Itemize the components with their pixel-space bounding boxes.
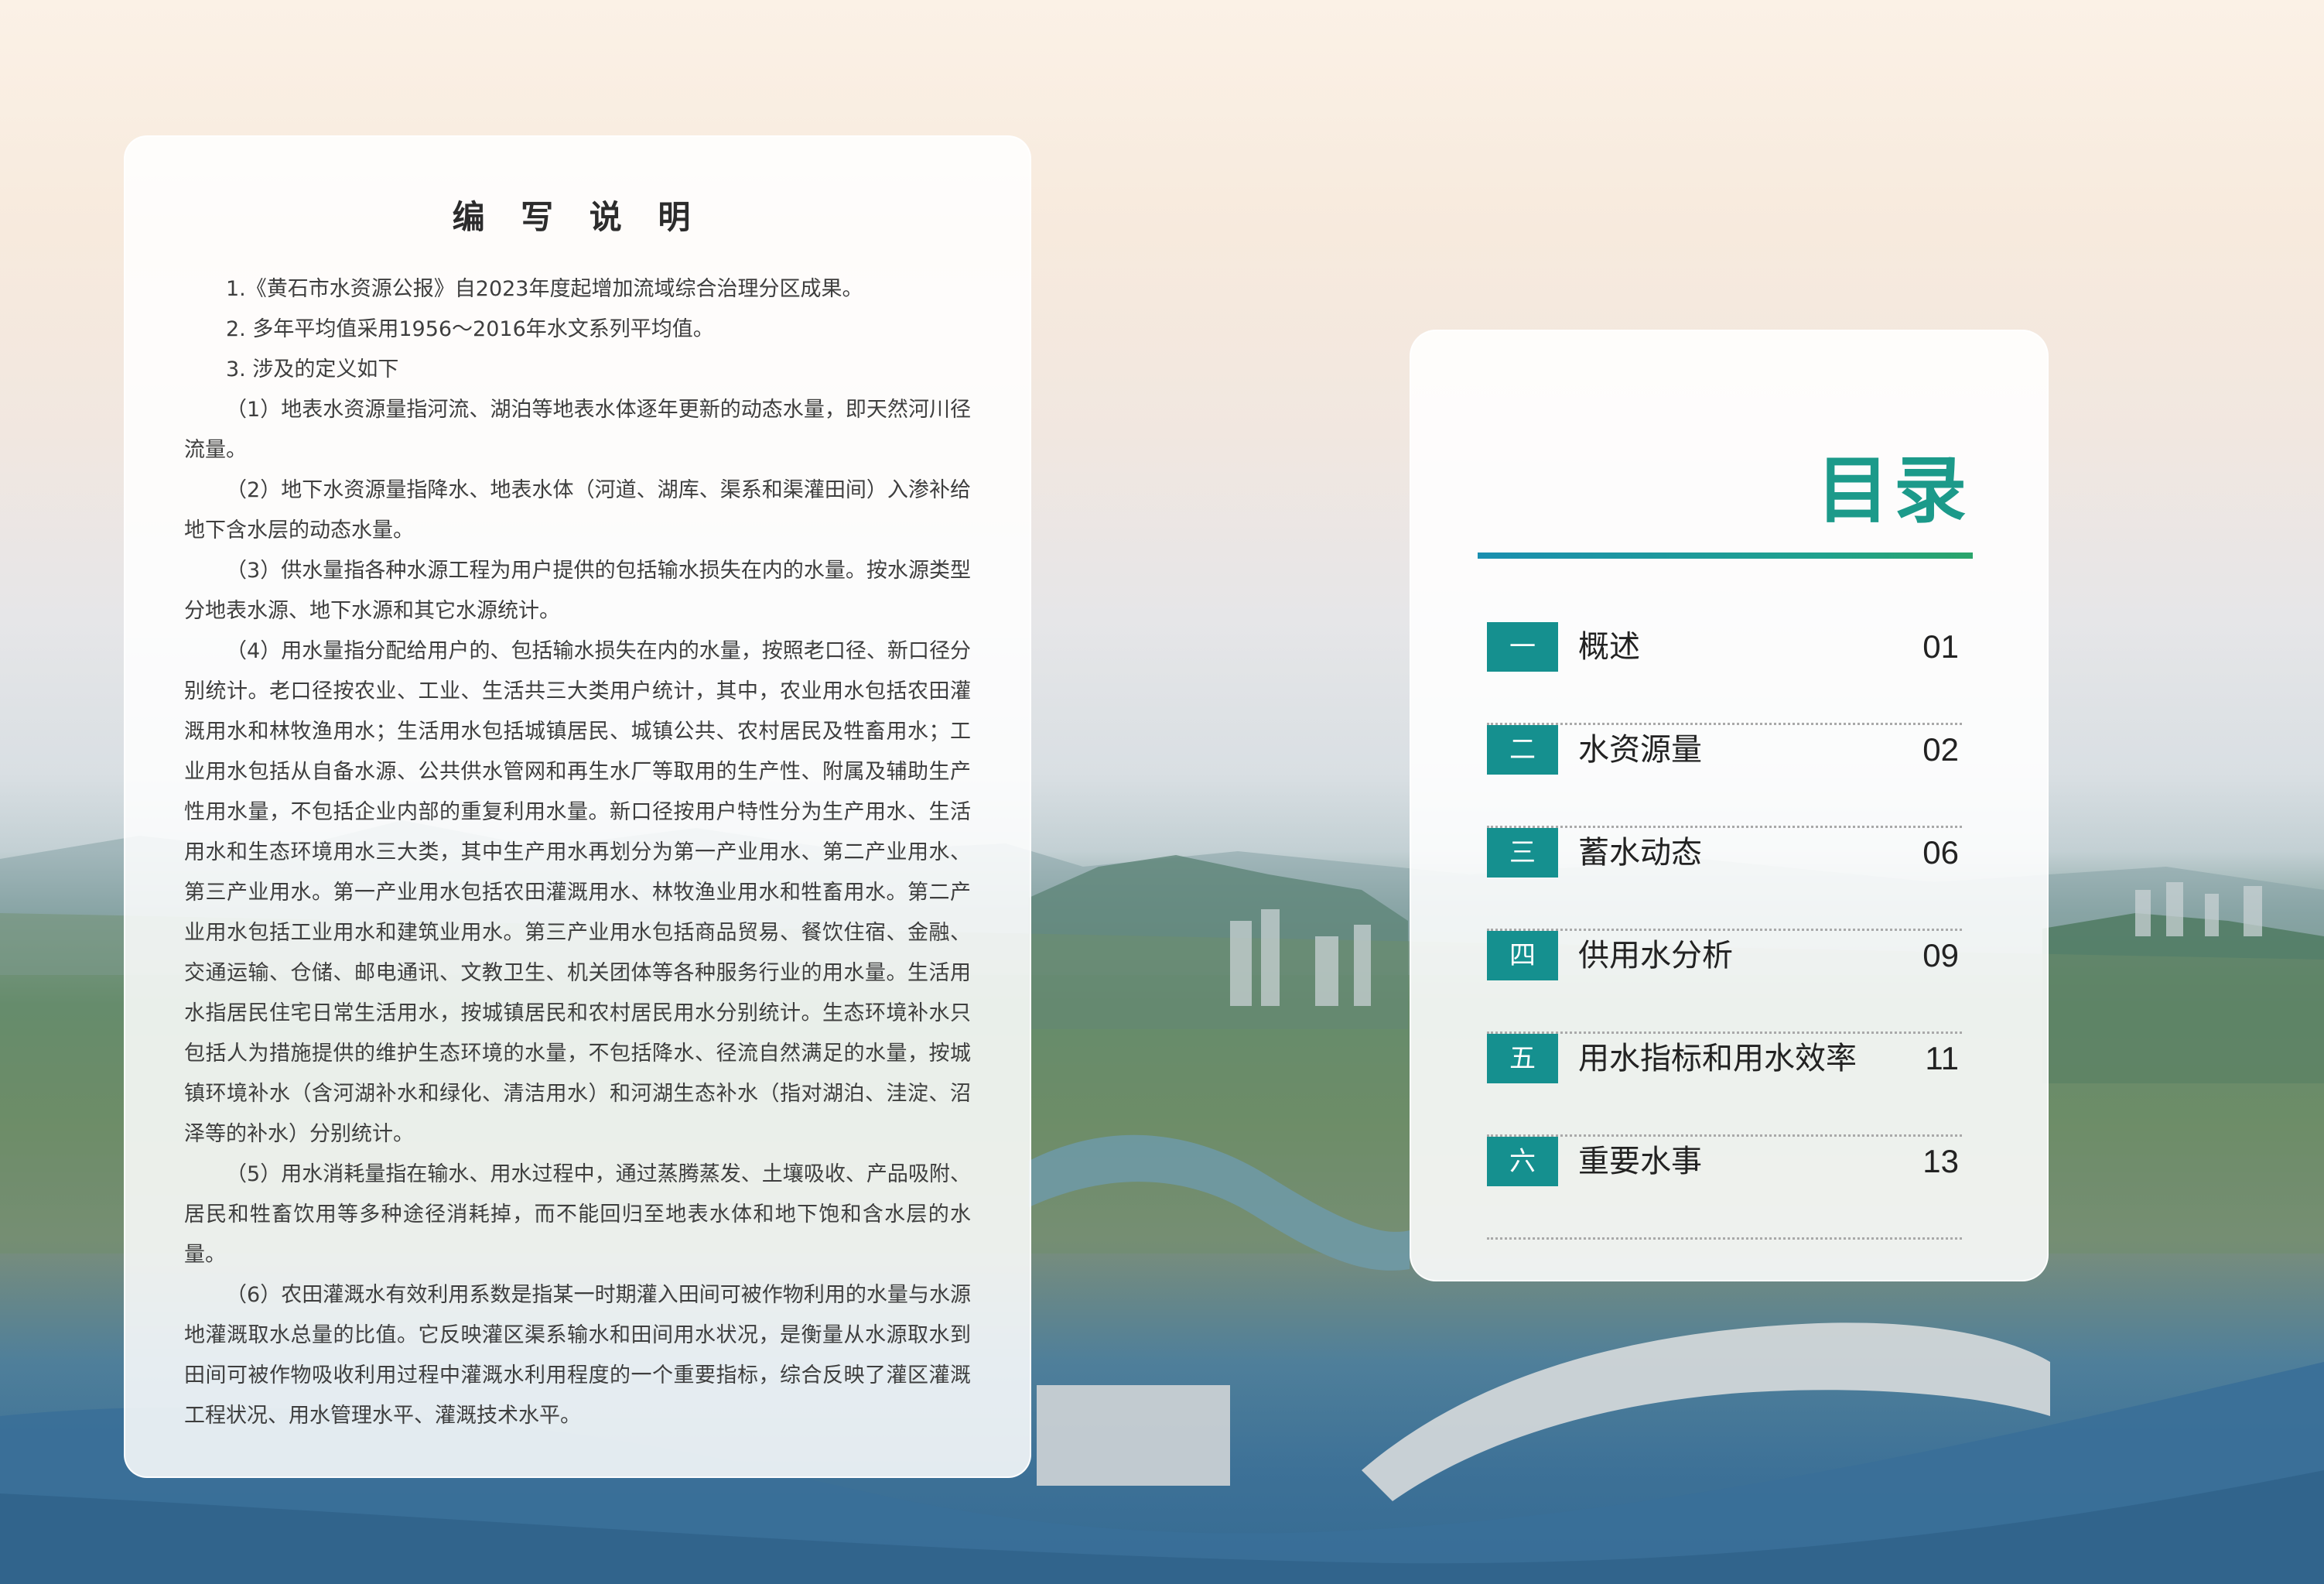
toc-item-number: 四 bbox=[1487, 931, 1558, 980]
notes-paragraph: 1.《黄石市水资源公报》自2023年度起增加流域综合治理分区成果。 bbox=[226, 277, 863, 301]
notes-paragraph: 3. 涉及的定义如下 bbox=[226, 358, 399, 381]
toc-item-storage-dynamics[interactable]: 三 蓄水动态 06 bbox=[1487, 828, 1962, 931]
toc-title-underline bbox=[1478, 553, 1973, 559]
toc-item-number: 五 bbox=[1487, 1034, 1558, 1083]
toc-item-label: 供用水分析 bbox=[1578, 938, 1733, 973]
toc-list: 一 概述 01 二 水资源量 02 三 蓄水动态 06 四 供用水分析 09 五… bbox=[1487, 622, 1962, 1240]
toc-item-water-indicators[interactable]: 五 用水指标和用水效率 11 bbox=[1487, 1034, 1962, 1137]
toc-item-page: 13 bbox=[1922, 1143, 1959, 1179]
toc-item-water-resources[interactable]: 二 水资源量 02 bbox=[1487, 725, 1962, 828]
toc-title: 目录 bbox=[1816, 449, 1971, 533]
notes-paragraph: （5）用水消耗量指在输水、用水过程中，通过蒸腾蒸发、土壤吸收、产品吸附、居民和牲… bbox=[184, 1162, 971, 1267]
toc-item-number: 六 bbox=[1487, 1137, 1558, 1186]
toc-item-page: 06 bbox=[1922, 834, 1959, 871]
toc-item-number: 三 bbox=[1487, 828, 1558, 878]
notes-paragraph: （1）地表水资源量指河流、湖泊等地表水体逐年更新的动态水量，即天然河川径流量。 bbox=[184, 398, 971, 462]
toc-item-label: 概述 bbox=[1578, 629, 1640, 665]
notes-card: 编 写 说 明 1.《黄石市水资源公报》自2023年度起增加流域综合治理分区成果… bbox=[124, 135, 1031, 1478]
notes-paragraph: 2. 多年平均值采用1956～2016年水文系列平均值。 bbox=[226, 317, 714, 341]
toc-item-number: 一 bbox=[1487, 622, 1558, 672]
toc-item-label: 用水指标和用水效率 bbox=[1578, 1041, 1857, 1076]
toc-card: 目录 一 概述 01 二 水资源量 02 三 蓄水动态 06 四 供用水分析 0… bbox=[1410, 330, 2049, 1281]
notes-body: 1.《黄石市水资源公报》自2023年度起增加流域综合治理分区成果。 2. 多年平… bbox=[184, 269, 971, 1436]
notes-paragraph: （6）农田灌溉水有效利用系数是指某一时期灌入田间可被作物利用的水量与水源地灌溉取… bbox=[184, 1283, 971, 1428]
notes-paragraph: （2）地下水资源量指降水、地表水体（河道、湖库、渠系和渠灌田间）入渗补给地下含水… bbox=[184, 478, 971, 542]
notes-title: 编 写 说 明 bbox=[452, 198, 703, 236]
toc-item-page: 01 bbox=[1922, 628, 1959, 665]
toc-item-label: 水资源量 bbox=[1578, 732, 1702, 768]
toc-item-page: 09 bbox=[1922, 937, 1959, 973]
notes-paragraph: （3）供水量指各种水源工程为用户提供的包括输水损失在内的水量。按水源类型分地表水… bbox=[184, 559, 971, 623]
toc-item-page: 11 bbox=[1925, 1040, 1959, 1076]
toc-item-label: 蓄水动态 bbox=[1578, 835, 1702, 871]
toc-item-number: 二 bbox=[1487, 725, 1558, 775]
notes-paragraph: （4）用水量指分配给用户的、包括输水损失在内的水量，按照老口径、新口径分别统计。… bbox=[184, 639, 971, 1146]
toc-item-page: 02 bbox=[1922, 731, 1959, 768]
toc-item-supply-use-analysis[interactable]: 四 供用水分析 09 bbox=[1487, 931, 1962, 1034]
toc-item-overview[interactable]: 一 概述 01 bbox=[1487, 622, 1962, 725]
toc-item-label: 重要水事 bbox=[1578, 1144, 1702, 1179]
toc-item-major-water-events[interactable]: 六 重要水事 13 bbox=[1487, 1137, 1962, 1240]
